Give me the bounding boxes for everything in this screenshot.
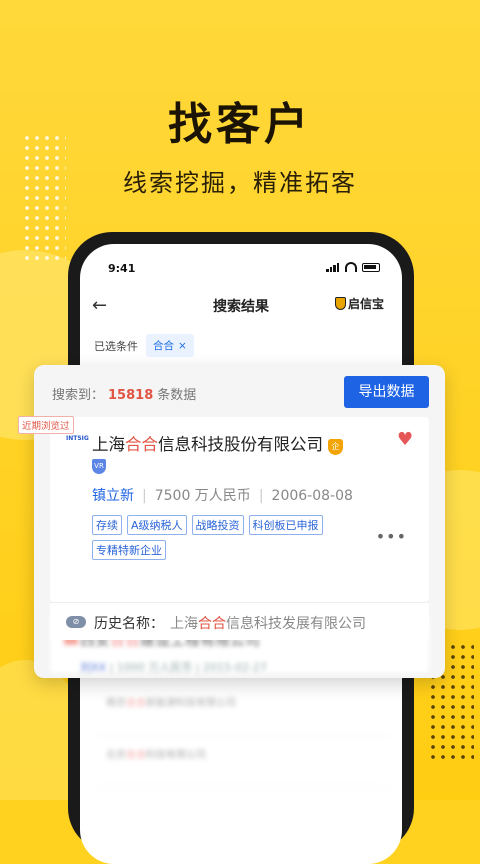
history-name: 上海合合信息科技发展有限公司: [170, 616, 366, 632]
brand-logo: 启信宝: [334, 295, 384, 312]
count-suffix: 条数据: [157, 388, 197, 403]
gold-badge-icon: 企: [328, 439, 343, 455]
link-icon: ⊘: [66, 616, 86, 628]
heart-icon[interactable]: ♥: [397, 431, 415, 449]
export-data-button[interactable]: 导出数据: [344, 376, 429, 408]
nav-bar: ← 搜索结果 启信宝: [80, 290, 402, 320]
vr-badge-icon: VR: [92, 459, 106, 474]
history-label: 历史名称：: [94, 616, 164, 632]
result-card-overlay: 搜索到： 15818 条数据 导出数据 西安合合建设工程有限公司 刘XX | 100…: [34, 365, 445, 678]
filter-label: 已选条件: [94, 339, 138, 353]
company-card[interactable]: INTSIG 上海合合信息科技股份有限公司企 ♥ VR 镇立新 | 7500 万人民…: [50, 417, 429, 602]
wifi-icon: [345, 262, 357, 272]
decor-dots: [22, 133, 66, 263]
registered-capital: 7500 万人民币: [154, 488, 251, 504]
filter-bar: 已选条件 合合 ×: [94, 334, 194, 357]
legal-person-link[interactable]: 镇立新: [92, 488, 134, 504]
list-item[interactable]: 北京合合科技有限公司: [98, 736, 388, 788]
status-icons: [326, 262, 380, 272]
status-time: 9:41: [108, 262, 136, 275]
company-name[interactable]: 上海合合信息科技股份有限公司企: [92, 431, 343, 455]
founded-date: 2006-08-08: [271, 488, 353, 504]
hero-subtitle: 线索挖掘，精准拓客: [123, 169, 357, 197]
recently-viewed-badge: 近期浏览过: [18, 416, 74, 434]
signal-icon: [326, 262, 340, 272]
company-meta: 镇立新 | 7500 万人民币 | 2006-08-08: [92, 488, 353, 504]
tag: 战略投资: [191, 515, 244, 535]
tag: 存续: [92, 515, 122, 535]
more-icon[interactable]: •••: [376, 527, 407, 546]
history-name-row: ⊘ 历史名称： 上海合合信息科技发展有限公司: [50, 602, 429, 640]
count-prefix: 搜索到：: [52, 388, 105, 403]
hero-title: 找客户: [168, 99, 312, 150]
tag: 专精特新企业: [92, 540, 166, 560]
company-logo: INTSIG: [66, 435, 89, 442]
company-tags: 存续 A级纳税人 战略投资 科创板已申报 专精特新企业: [92, 515, 352, 560]
result-count: 搜索到： 15818 条数据: [52, 384, 196, 403]
blurred-results: 南京合合新能源科技有限公司 北京合合科技有限公司: [98, 684, 388, 788]
brand-name: 启信宝: [347, 297, 384, 311]
shield-icon: [334, 297, 346, 310]
tag: 科创板已申报: [248, 515, 323, 535]
count-number: 15818: [108, 388, 154, 403]
filter-chip-label: 合合: [153, 340, 174, 352]
filter-chip[interactable]: 合合 ×: [146, 334, 194, 357]
list-item[interactable]: 南京合合新能源科技有限公司: [98, 684, 388, 736]
battery-icon: [362, 262, 380, 272]
tag: A级纳税人: [127, 515, 187, 535]
close-icon[interactable]: ×: [178, 340, 187, 352]
status-bar: 9:41: [80, 258, 402, 278]
company-meta: 刘XX | 1000 万人民币 | 2015-02-27: [80, 661, 267, 674]
